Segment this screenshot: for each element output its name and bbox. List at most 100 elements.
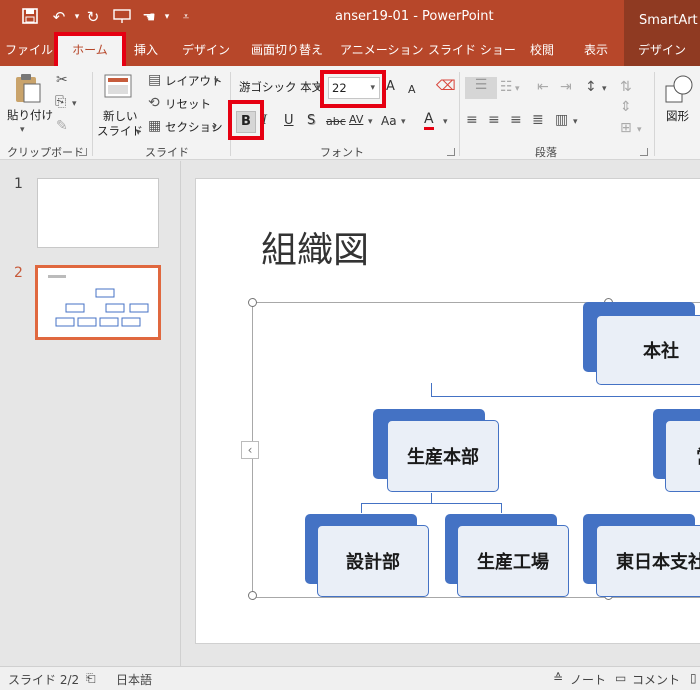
paste-label[interactable]: 貼り付け	[7, 107, 53, 123]
align-left-icon[interactable]: ≡	[466, 112, 478, 128]
org-node-sales[interactable]: 営	[665, 420, 700, 492]
numbering-dropdown-icon[interactable]: ▾	[515, 81, 520, 97]
tab-transitions[interactable]: 画面切り替え	[246, 34, 328, 66]
slide-thumbnail-2[interactable]	[35, 265, 161, 340]
font-size-dropdown-icon[interactable]: ▾	[370, 78, 375, 98]
align-center-icon[interactable]: ≡	[488, 112, 500, 128]
paste-dropdown-icon[interactable]: ▾	[20, 122, 25, 138]
connector-line	[501, 503, 502, 513]
columns-dropdown-icon[interactable]: ▾	[573, 114, 578, 130]
font-size-box[interactable]: 22 ▾	[328, 77, 380, 99]
save-icon[interactable]	[21, 8, 39, 26]
resize-handle[interactable]	[248, 298, 257, 307]
bold-button[interactable]: B	[236, 111, 256, 133]
start-from-beginning-icon[interactable]	[113, 8, 131, 26]
slide-thumbnail-1[interactable]	[37, 178, 159, 248]
bullets-icon[interactable]: ☰	[465, 77, 497, 99]
copy-icon[interactable]: ⎘	[55, 94, 66, 110]
shadow-button[interactable]: S	[307, 113, 315, 129]
normal-view-icon[interactable]: ▯	[690, 671, 697, 685]
title-bar: ↶ ▾ ↻ ☚ ▾ ⩡ anser19-01 - PowerPoint Smar…	[0, 0, 700, 34]
notes-icon[interactable]: ≙	[553, 671, 563, 685]
touch-dropdown-icon[interactable]: ▾	[158, 8, 176, 26]
convert-smartart-icon[interactable]: ⊞	[620, 120, 632, 136]
justify-icon[interactable]: ≣	[532, 112, 544, 128]
notes-button[interactable]: ノート	[570, 671, 606, 688]
comments-icon[interactable]: ▭	[615, 671, 626, 685]
slide-editor: 組織図 ‹ 本社 生産本部 営 設計部 生	[182, 161, 700, 666]
tab-review[interactable]: 校閲	[520, 34, 564, 66]
org-node-east-branch[interactable]: 東日本支社	[596, 525, 700, 597]
spellcheck-icon[interactable]: ⎗	[86, 671, 96, 686]
org-node-top[interactable]: 本社	[596, 315, 700, 385]
org-node-production[interactable]: 生産本部	[387, 420, 499, 492]
font-color-button[interactable]: A	[424, 112, 434, 130]
clear-formatting-icon[interactable]: ⌫	[436, 78, 456, 94]
line-spacing-icon[interactable]: ↕	[585, 79, 597, 95]
slide-title[interactable]: 組織図	[261, 221, 369, 273]
italic-button[interactable]: I	[262, 113, 267, 129]
font-color-dropdown-icon[interactable]: ▾	[443, 114, 448, 130]
section-dropdown-icon[interactable]: ▾	[212, 120, 217, 136]
customize-qat-icon[interactable]: ⩡	[177, 8, 195, 26]
reset-button[interactable]: リセット	[165, 96, 211, 112]
tab-home[interactable]: ホーム	[58, 34, 122, 66]
tab-design[interactable]: デザイン	[176, 34, 236, 66]
font-name-box[interactable]: 游ゴシック 本文	[236, 77, 323, 99]
org-node-design-dept[interactable]: 設計部	[317, 525, 429, 597]
underline-button[interactable]: U	[284, 113, 294, 129]
tab-slideshow[interactable]: スライド ショー	[428, 34, 516, 66]
grow-font-icon[interactable]: A	[386, 79, 395, 95]
increase-indent-icon[interactable]: ⇥	[560, 79, 572, 95]
new-slide-icon[interactable]	[104, 72, 134, 104]
new-slide-label[interactable]: 新しい	[103, 108, 138, 124]
character-spacing-dropdown-icon[interactable]: ▾	[368, 114, 373, 130]
shapes-label[interactable]: 図形	[666, 108, 689, 124]
tab-insert[interactable]: 挿入	[124, 34, 168, 66]
change-case-button[interactable]: Aa	[381, 113, 397, 129]
character-spacing-button[interactable]: AV	[349, 112, 363, 128]
tab-animations[interactable]: アニメーション	[340, 34, 424, 66]
font-name-dropdown-icon[interactable]: ▾	[316, 80, 321, 96]
resize-handle[interactable]	[248, 591, 257, 600]
paste-icon[interactable]	[12, 72, 42, 103]
convert-smartart-dropdown-icon[interactable]: ▾	[637, 122, 642, 138]
section-icon[interactable]: ▦	[148, 118, 161, 134]
touch-mode-icon[interactable]: ☚	[140, 8, 158, 26]
repeat-icon[interactable]: ↻	[84, 8, 102, 26]
slide-canvas[interactable]: 組織図 ‹ 本社 生産本部 営 設計部 生	[195, 178, 700, 644]
tab-smartart-design[interactable]: デザイン	[624, 34, 700, 66]
columns-icon[interactable]: ▥	[555, 112, 568, 128]
tab-view[interactable]: 表示	[574, 34, 618, 66]
shrink-font-icon[interactable]: A	[408, 82, 416, 98]
format-painter-icon[interactable]: ✎	[56, 118, 68, 134]
comments-button[interactable]: コメント	[632, 671, 680, 688]
text-pane-toggle[interactable]: ‹	[241, 441, 259, 459]
align-right-icon[interactable]: ≡	[510, 112, 522, 128]
ribbon-tab-bar: ファイル ホーム 挿入 デザイン 画面切り替え アニメーション スライド ショー…	[0, 34, 700, 66]
paragraph-launcher-icon[interactable]	[640, 148, 648, 156]
smartart-org-chart[interactable]: ‹ 本社 生産本部 営 設計部 生産工場	[241, 298, 700, 600]
slide-number: 1	[14, 176, 23, 192]
layout-icon[interactable]: ▤	[148, 72, 161, 88]
shapes-icon[interactable]	[664, 74, 694, 104]
reset-icon[interactable]: ⟲	[148, 95, 160, 111]
new-slide-dropdown-icon[interactable]: ▾	[136, 125, 141, 141]
change-case-dropdown-icon[interactable]: ▾	[401, 114, 406, 130]
decrease-indent-icon[interactable]: ⇤	[537, 79, 549, 95]
layout-dropdown-icon[interactable]: ▾	[214, 73, 219, 89]
org-node-factory[interactable]: 生産工場	[457, 525, 569, 597]
font-size-value: 22	[332, 81, 347, 95]
tab-file[interactable]: ファイル	[0, 34, 58, 66]
font-launcher-icon[interactable]	[447, 148, 455, 156]
strikethrough-button[interactable]: abc	[326, 114, 346, 130]
numbering-icon[interactable]: ☷	[500, 79, 513, 95]
line-spacing-dropdown-icon[interactable]: ▾	[602, 81, 607, 97]
language-indicator[interactable]: 日本語	[116, 671, 152, 688]
clipboard-launcher-icon[interactable]	[79, 148, 87, 156]
undo-icon[interactable]: ↶	[50, 8, 68, 26]
align-text-icon[interactable]: ⇕	[620, 99, 632, 115]
cut-icon[interactable]: ✂	[56, 72, 68, 88]
copy-dropdown-icon[interactable]: ▾	[72, 96, 77, 112]
text-direction-icon[interactable]: ⇅	[620, 79, 632, 95]
